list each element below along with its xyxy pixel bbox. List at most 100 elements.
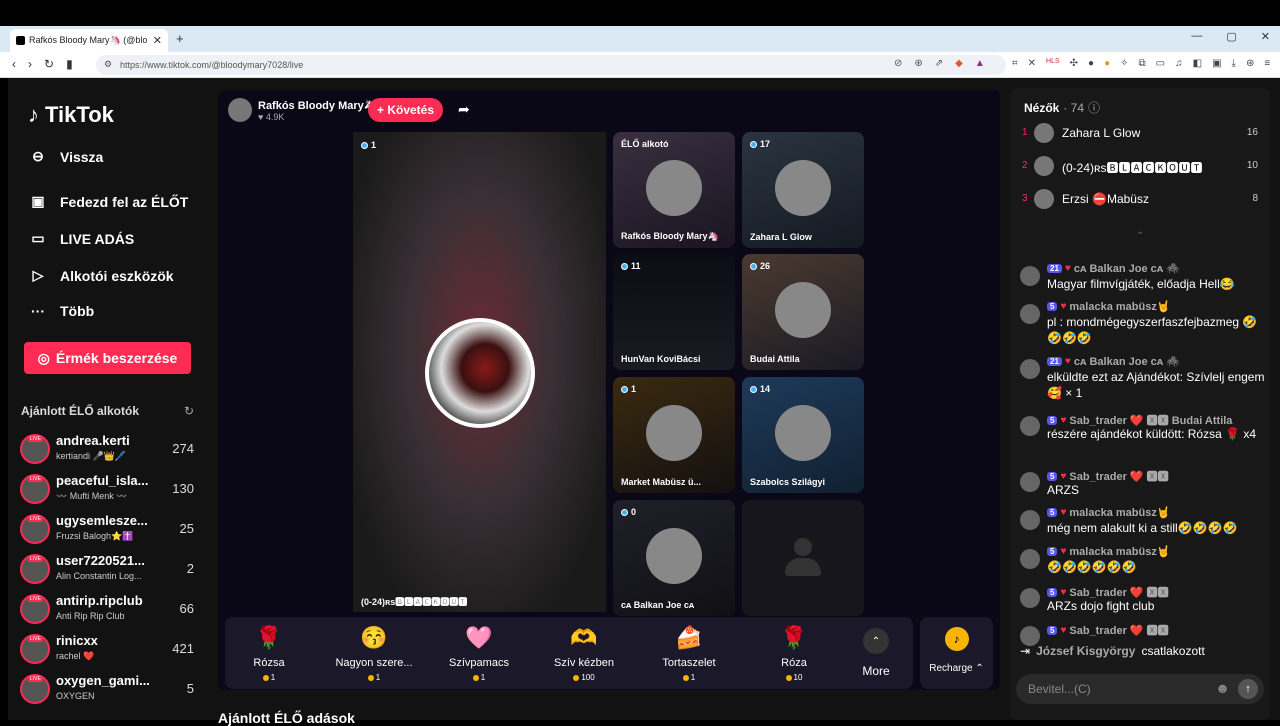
music-icon[interactable]: ♫ xyxy=(1175,58,1183,69)
site-info-icon[interactable]: ⚙ xyxy=(104,59,112,70)
chat-username[interactable]: malacka mabüsz🤘 xyxy=(1069,506,1170,519)
reader-icon[interactable]: ⊘ xyxy=(894,58,902,69)
recharge-button[interactable]: ♪ Recharge ⌃ xyxy=(920,617,993,689)
chat-avatar[interactable] xyxy=(1020,416,1040,436)
send-icon[interactable]: ↑ xyxy=(1238,679,1258,699)
extensions-icon[interactable]: ⧉ xyxy=(1139,58,1146,69)
reload-icon[interactable]: ↻ xyxy=(44,57,54,71)
creator-item[interactable]: LIVE ugysemlesze... Fruzsi Balogh⭐✝️ 25 xyxy=(20,512,200,548)
tiktok-logo[interactable]: ♪ TikTok xyxy=(28,102,114,128)
chat-avatar[interactable] xyxy=(1020,266,1040,286)
zoom-icon[interactable]: ⊕ xyxy=(914,58,922,69)
forward-arrow-icon[interactable]: › xyxy=(28,57,32,71)
creator-item[interactable]: LIVE andrea.kerti kertiandi 🎤👑🖊️ 274 xyxy=(20,432,200,468)
guest-tile[interactable]: 14 Szabolcs Szilágyi xyxy=(742,377,864,493)
nav-creator-tools[interactable]: ▷ Alkotói eszközök xyxy=(28,267,174,284)
main-video-tile[interactable]: 1 (0-24)ʀs🅱🅻🅰🅲🅺🅾🆄🆃 xyxy=(353,132,606,612)
bookmark-icon[interactable]: ▮ xyxy=(66,57,73,71)
info-icon[interactable]: ⓘ xyxy=(1088,99,1100,116)
github-icon[interactable]: ● xyxy=(1088,58,1094,69)
viewer-row[interactable]: 1 Zahara L Glow 16 xyxy=(1022,123,1264,147)
chat-username[interactable]: ᴄᴀ Balkan Joe ᴄᴀ 🕷️ xyxy=(1074,355,1180,368)
creator-item[interactable]: LIVE peaceful_isla... 〰️ Mufti Menk 〰️ 130 xyxy=(20,472,200,508)
chat-username[interactable]: malacka mabüsz🤘 xyxy=(1069,300,1170,313)
brave-shield-icon[interactable]: ◆ xyxy=(955,58,963,69)
guest-tile[interactable]: ÉLŐ alkotó Rafkós Bloody Mary🦄 xyxy=(613,132,735,248)
chat-avatar[interactable] xyxy=(1020,588,1040,608)
creator-item[interactable]: LIVE rinicxx rachel ❤️ 421 xyxy=(20,632,200,668)
maximize-icon[interactable]: ▢ xyxy=(1226,30,1236,43)
vpn-icon[interactable]: ⊛ xyxy=(1246,58,1254,69)
new-tab-icon[interactable]: + xyxy=(176,31,184,46)
extension-puzzle-icon[interactable]: ✧ xyxy=(1120,58,1128,69)
hls-icon[interactable]: HLS xyxy=(1046,58,1060,69)
viewer-row[interactable]: 3 Erzsi ⛔Mabüsz 8 xyxy=(1022,189,1264,213)
rewards-icon[interactable]: ▲ xyxy=(975,58,985,69)
creator-avatar[interactable]: LIVE xyxy=(20,634,50,664)
viewer-row[interactable]: 2 (0-24)ʀs🅱🅻🅰🅲🅺🅾🆄🆃 10 xyxy=(1022,156,1264,180)
chat-username[interactable]: Sab_trader ❤️ 🆇🆇 xyxy=(1069,622,1168,638)
host-info[interactable]: Rafkós Bloody Mary🦄 ♥ 4.9K xyxy=(228,98,377,122)
creator-item[interactable]: LIVE oxygen_gami... OXYGEN 5 xyxy=(20,672,200,708)
sidebar-icon[interactable]: ◧ xyxy=(1193,58,1202,69)
gift-item[interactable]: 🌹 Rózsa 1 xyxy=(219,625,319,682)
guest-tile[interactable]: 1 Market Mabüsz ü... xyxy=(613,377,735,493)
chat-avatar[interactable] xyxy=(1020,472,1040,492)
creator-avatar[interactable]: LIVE xyxy=(20,594,50,624)
emoji-icon[interactable]: ☻ xyxy=(1215,680,1230,696)
back-arrow-icon[interactable]: ‹ xyxy=(12,57,16,71)
translate-icon[interactable]: ⌗ xyxy=(1012,58,1018,69)
chat-avatar[interactable] xyxy=(1020,359,1040,379)
chat-username[interactable]: malacka mabüsz🤘 xyxy=(1069,545,1170,558)
guest-tile[interactable]: 26 Budai Attila xyxy=(742,254,864,370)
empty-guest-slot[interactable] xyxy=(742,500,864,616)
creator-avatar[interactable]: LIVE xyxy=(20,434,50,464)
chat-username[interactable]: ᴄᴀ Balkan Joe ᴄᴀ 🕷️ xyxy=(1074,262,1180,275)
chevron-down-icon[interactable]: ⌄ xyxy=(1136,226,1144,237)
guest-tile[interactable]: 0 ᴄᴀ Balkan Joe ᴄᴀ xyxy=(613,500,735,616)
recharge-label: Recharge ⌃ xyxy=(929,663,984,674)
refresh-icon[interactable]: ↻ xyxy=(184,404,194,418)
nav-explore-live[interactable]: ▣ Fedezd fel az ÉLŐT xyxy=(28,193,188,210)
wallet-icon[interactable]: ▣ xyxy=(1212,58,1221,69)
viewers-header[interactable]: Nézők · 74 ⓘ xyxy=(1024,99,1100,116)
host-avatar[interactable] xyxy=(228,98,252,122)
extension-color-icon[interactable]: ● xyxy=(1104,58,1110,69)
earn-coins-button[interactable]: ◎ Érmék beszerzése xyxy=(24,342,191,374)
guest-tile[interactable]: 17 Zahara L Glow xyxy=(742,132,864,248)
chat-input[interactable]: Bevitel...(C) ☻ ↑ xyxy=(1016,674,1264,704)
creator-item[interactable]: LIVE user7220521... Alin Constantin Log...… xyxy=(20,552,200,588)
creator-avatar[interactable]: LIVE xyxy=(20,474,50,504)
share-page-icon[interactable]: ⇗ xyxy=(935,58,943,69)
close-window-icon[interactable]: ✕ xyxy=(1261,30,1270,43)
creator-avatar[interactable]: LIVE xyxy=(20,674,50,704)
chat-avatar[interactable] xyxy=(1020,304,1040,324)
gift-item[interactable]: 🌹 Róza 10 xyxy=(744,625,844,682)
minimize-icon[interactable]: — xyxy=(1191,30,1202,43)
menu-icon[interactable]: ≡ xyxy=(1264,58,1270,69)
chat-avatar[interactable] xyxy=(1020,510,1040,530)
chat-avatar[interactable] xyxy=(1020,549,1040,569)
creator-item[interactable]: LIVE antirip.ripclub Anti Rip Rip Club 66 xyxy=(20,592,200,628)
browser-tab[interactable]: Rafkós Bloody Mary🦄 (@blo ✕ xyxy=(10,29,168,52)
back-button[interactable]: ⊖ Vissza xyxy=(28,148,103,165)
nav-more[interactable]: ··· Több xyxy=(28,303,94,319)
chat-avatar[interactable] xyxy=(1020,626,1040,646)
share-icon[interactable]: ➦ xyxy=(458,101,470,118)
gift-item[interactable]: 🍰 Tortaszelet 1 xyxy=(639,625,739,682)
url-field[interactable]: ⚙ https://www.tiktok.com/@bloodymary7028… xyxy=(96,55,1006,75)
extension-x-icon[interactable]: ✕ xyxy=(1028,58,1036,69)
download-icon[interactable]: ⤓ xyxy=(1232,58,1236,69)
extension-fish-icon[interactable]: ✣ xyxy=(1070,58,1078,69)
gift-item[interactable]: 🫶 Szív kézben 100 xyxy=(534,625,634,682)
nav-live[interactable]: ▭ LIVE ADÁS xyxy=(28,230,134,247)
creator-avatar[interactable]: LIVE xyxy=(20,514,50,544)
close-tab-icon[interactable]: ✕ xyxy=(153,34,162,47)
guest-tile[interactable]: 11 HunVan KoviBácsi xyxy=(613,254,735,370)
gift-item[interactable]: 🩷 Szívpamacs 1 xyxy=(429,625,529,682)
creator-avatar[interactable]: LIVE xyxy=(20,554,50,584)
extension-doc-icon[interactable]: ▭ xyxy=(1156,58,1165,69)
gift-item[interactable]: 😚 Nagyon szere... 1 xyxy=(324,625,424,682)
follow-button[interactable]: + Követés xyxy=(368,98,443,122)
more-gifts-button[interactable]: ⌃ More xyxy=(858,628,894,678)
